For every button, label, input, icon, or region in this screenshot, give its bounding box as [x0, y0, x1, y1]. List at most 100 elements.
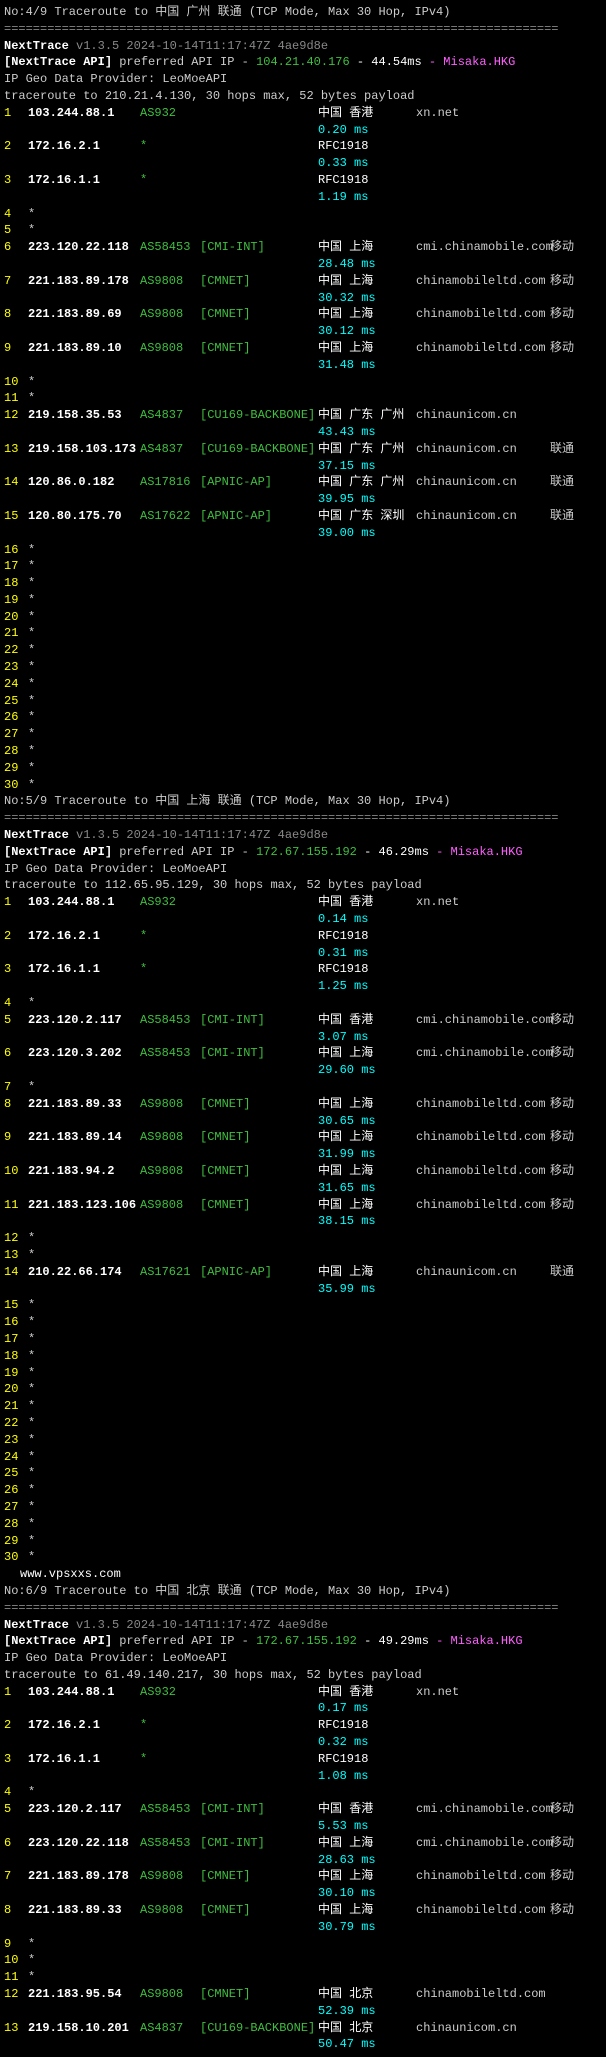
geo-provider: IP Geo Data Provider: LeoMoeAPI [4, 71, 606, 88]
hop-asn: AS58453 [140, 1801, 200, 1818]
hop-geo: 中国 上海 [318, 1163, 416, 1180]
hop-number: 22 [4, 642, 28, 659]
hop-row: 8221.183.89.33AS9808[CMNET]中国 上海chinamob… [4, 1096, 606, 1113]
hop-number: 23 [4, 1432, 28, 1449]
hop-number: 9 [4, 1936, 28, 1953]
hop-latency-row: 38.15 ms [4, 1213, 606, 1230]
hop-row: 29* [4, 1533, 606, 1550]
hop-row: 13* [4, 1247, 606, 1264]
hop-number: 10 [4, 1952, 28, 1969]
hop-ip: 221.183.89.10 [28, 340, 140, 357]
hop-network: [CU169-BACKBONE] [200, 407, 318, 424]
hop-row: 7* [4, 1079, 606, 1096]
hop-row: 19* [4, 1365, 606, 1382]
hop-timeout: * [28, 1970, 35, 1984]
hop-asn: AS4837 [140, 407, 200, 424]
hop-number: 7 [4, 1079, 28, 1096]
hop-hostname: chinamobileltd.com [416, 1868, 550, 1885]
hop-asn: AS9808 [140, 1163, 200, 1180]
hop-row: 5223.120.2.117AS58453[CMI-INT]中国 香港cmi.c… [4, 1012, 606, 1029]
hop-network: [CU169-BACKBONE] [200, 441, 318, 458]
hop-geo: 中国 广东 广州 [318, 441, 416, 458]
hop-geo: 中国 上海 [318, 306, 416, 323]
hop-geo: 中国 上海 [318, 1197, 416, 1214]
hop-hostname: chinamobileltd.com [416, 306, 550, 323]
hop-latency: 0.17 ms [318, 1700, 368, 1717]
hop-asn: AS9808 [140, 340, 200, 357]
hop-timeout: * [28, 643, 35, 657]
hop-asn: AS932 [140, 1684, 200, 1701]
hop-hostname: chinamobileltd.com [416, 1197, 550, 1214]
hop-isp: 移动 [550, 1163, 574, 1180]
divider: ========================================… [4, 21, 606, 38]
hop-row: 2172.16.2.1*RFC1918 [4, 928, 606, 945]
hop-row: 12221.183.95.54AS9808[CMNET]中国 北京chinamo… [4, 1986, 606, 2003]
hop-row: 16* [4, 542, 606, 559]
hop-latency: 50.47 ms [318, 2036, 376, 2053]
hop-network: [CMNET] [200, 306, 318, 323]
hop-number: 22 [4, 1415, 28, 1432]
hop-geo: 中国 广东 深圳 [318, 508, 416, 525]
hop-number: 5 [4, 222, 28, 239]
hop-latency: 28.63 ms [318, 1852, 376, 1869]
hop-geo: 中国 上海 [318, 340, 416, 357]
hop-row: 18* [4, 575, 606, 592]
hop-ip: 221.183.89.33 [28, 1902, 140, 1919]
traceroute-info: traceroute to 210.21.4.130, 30 hops max,… [4, 88, 606, 105]
hop-timeout: * [28, 576, 35, 590]
hop-row: 20* [4, 1381, 606, 1398]
hop-number: 18 [4, 575, 28, 592]
hop-row: 8221.183.89.69AS9808[CMNET]中国 上海chinamob… [4, 306, 606, 323]
hop-latency-row: 1.08 ms [4, 1768, 606, 1785]
hop-timeout: * [28, 996, 35, 1010]
hop-latency: 0.14 ms [318, 911, 368, 928]
hop-number: 8 [4, 306, 28, 323]
hop-timeout: * [28, 391, 35, 405]
hop-number: 21 [4, 625, 28, 642]
hop-latency-row: 30.32 ms [4, 290, 606, 307]
hop-number: 1 [4, 1684, 28, 1701]
hop-asn: AS9808 [140, 1197, 200, 1214]
hop-network: [CU169-BACKBONE] [200, 2020, 318, 2037]
hop-row: 28* [4, 743, 606, 760]
hop-network: [CMNET] [200, 1986, 318, 2003]
hop-timeout: * [28, 1399, 35, 1413]
hop-row: 10* [4, 374, 606, 391]
hop-rfc: RFC1918 [318, 138, 368, 155]
hop-row: 9221.183.89.14AS9808[CMNET]中国 上海chinamob… [4, 1129, 606, 1146]
hop-network: [CMI-INT] [200, 1012, 318, 1029]
hop-latency-row: 39.95 ms [4, 491, 606, 508]
hop-timeout: * [28, 1298, 35, 1312]
hop-number: 24 [4, 1449, 28, 1466]
hop-number: 13 [4, 1247, 28, 1264]
hop-number: 8 [4, 1902, 28, 1919]
nexttrace-line: NextTrace v1.3.5 2024-10-14T11:17:47Z 4a… [4, 1617, 606, 1634]
api-label: [NextTrace API] [4, 845, 112, 859]
hop-hostname: chinamobileltd.com [416, 340, 550, 357]
hop-rfc: RFC1918 [318, 961, 368, 978]
hop-geo: 中国 香港 [318, 1012, 416, 1029]
hop-isp: 移动 [550, 1012, 574, 1029]
hop-latency-row: 30.10 ms [4, 1885, 606, 1902]
hop-hostname: chinamobileltd.com [416, 1096, 550, 1113]
hop-ip: 172.16.2.1 [28, 138, 140, 155]
hop-ip: 103.244.88.1 [28, 1684, 140, 1701]
hop-hostname: chinamobileltd.com [416, 1986, 550, 2003]
hop-row: 3172.16.1.1*RFC1918 [4, 172, 606, 189]
hop-number: 5 [4, 1012, 28, 1029]
hop-latency-row: 30.12 ms [4, 323, 606, 340]
hop-timeout: * [28, 710, 35, 724]
hop-timeout: * [28, 1517, 35, 1531]
hop-number: 4 [4, 1784, 28, 1801]
hop-network: [CMNET] [200, 340, 318, 357]
hop-number: 26 [4, 709, 28, 726]
hop-timeout: * [28, 1332, 35, 1346]
hop-row: 4* [4, 995, 606, 1012]
hop-row: 4* [4, 1784, 606, 1801]
api-ip: 172.67.155.192 [256, 1634, 357, 1648]
hop-ip: 221.183.89.69 [28, 306, 140, 323]
api-label: [NextTrace API] [4, 1634, 112, 1648]
hop-ip: 221.183.89.178 [28, 1868, 140, 1885]
hop-latency: 0.20 ms [318, 122, 368, 139]
hop-network: [CMNET] [200, 1868, 318, 1885]
